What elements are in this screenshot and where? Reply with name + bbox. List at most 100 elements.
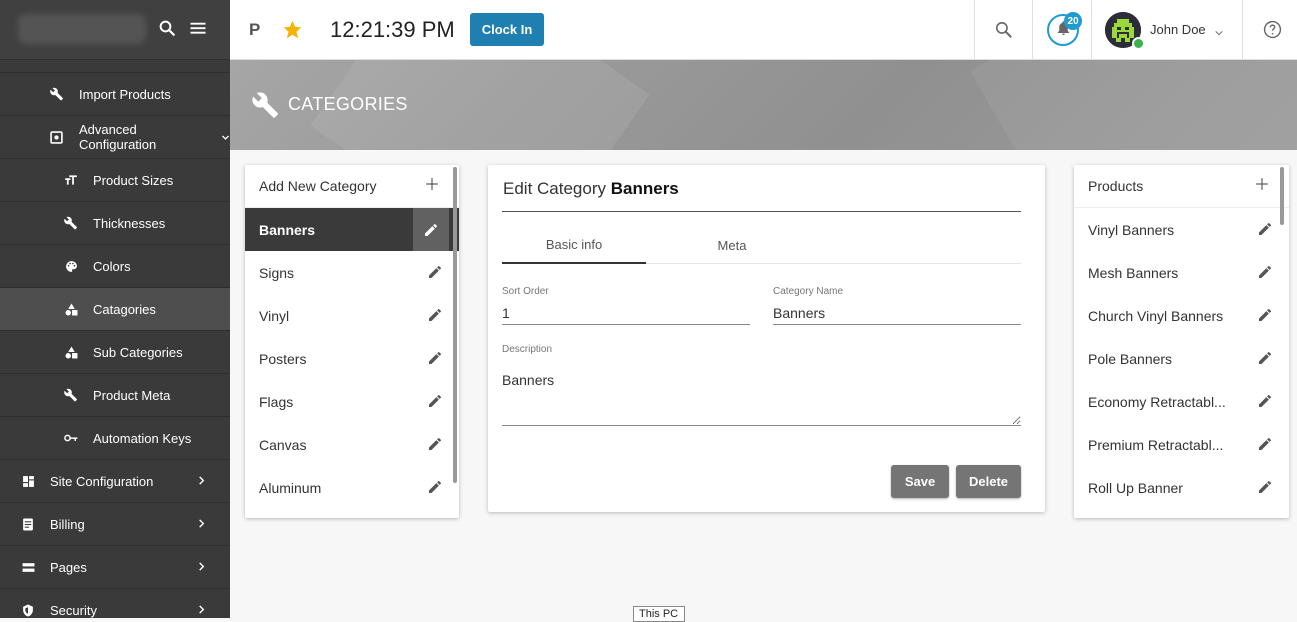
product-item[interactable]: Vinyl Banners <box>1074 208 1289 251</box>
clock-in-button[interactable]: Clock In <box>470 13 544 46</box>
product-item[interactable]: Roll Up Banner <box>1074 466 1289 509</box>
category-label: Banners <box>259 221 316 238</box>
sidebar-item-label: Site Configuration <box>50 473 154 489</box>
sidebar-item-automation-keys[interactable]: Automation Keys <box>0 417 230 460</box>
sidebar-item-site-configuration[interactable]: Site Configuration <box>0 460 230 503</box>
scrollbar[interactable] <box>1280 167 1284 225</box>
save-button[interactable]: Save <box>891 465 949 498</box>
category-label: Signs <box>259 264 295 281</box>
product-label: Economy Retractabl... <box>1088 393 1226 410</box>
product-label: Premium Retractabl... <box>1088 436 1224 453</box>
category-label: Vinyl <box>259 307 290 324</box>
edit-icon[interactable] <box>427 479 443 498</box>
chevron-down-icon[interactable] <box>1214 24 1224 42</box>
sidebar-item-label: Security <box>50 602 97 618</box>
add-category-row[interactable]: Add New Category <box>245 165 459 208</box>
scrollbar[interactable] <box>453 167 457 483</box>
delete-button[interactable]: Delete <box>956 465 1021 498</box>
chevron-down-icon <box>221 130 230 145</box>
sidebar-item-catagories[interactable]: Catagories <box>0 288 230 331</box>
sidebar-item-thicknesses[interactable]: Thicknesses <box>0 202 230 245</box>
sidebar-item-sub-categories[interactable]: Sub Categories <box>0 331 230 374</box>
sidebar-item-advanced-configuration[interactable]: Advanced Configuration <box>0 116 230 159</box>
sidebar-item-label: Catagories <box>93 301 156 317</box>
edit-icon[interactable] <box>427 350 443 369</box>
palette-icon <box>64 259 78 273</box>
edit-icon[interactable] <box>1257 264 1273 283</box>
sidebar-item-security[interactable]: Security <box>0 589 230 618</box>
sidebar-item-product-sizes[interactable]: Product Sizes <box>0 159 230 202</box>
help-icon[interactable] <box>1263 20 1282 44</box>
add-icon[interactable] <box>1255 177 1269 194</box>
product-label: Roll Up Banner <box>1088 479 1183 496</box>
star-icon[interactable] <box>282 19 303 45</box>
product-item[interactable]: Mesh Banners <box>1074 251 1289 294</box>
edit-category-panel: Edit Category Banners Basic info Meta So… <box>488 165 1045 512</box>
edit-icon[interactable] <box>413 208 449 251</box>
add-category-label: Add New Category <box>259 178 377 194</box>
edit-icon[interactable] <box>1257 221 1273 240</box>
menu-icon[interactable] <box>188 19 208 42</box>
edit-icon[interactable] <box>1257 479 1273 498</box>
sidebar-item-pages[interactable]: Pages <box>0 546 230 589</box>
edit-icon[interactable] <box>1257 436 1273 455</box>
category-item[interactable]: Vinyl <box>245 294 459 337</box>
wrench-icon <box>64 388 78 402</box>
category-label: Aluminum <box>259 479 322 496</box>
wrench-icon <box>252 91 280 124</box>
chevron-right-icon <box>197 560 206 575</box>
product-item[interactable]: Pole Banners <box>1074 337 1289 380</box>
user-name[interactable]: John Doe <box>1150 22 1206 37</box>
tabs: Basic info Meta <box>502 227 1021 264</box>
sidebar: Import Products Advanced Configuration P… <box>0 0 230 618</box>
description-textarea[interactable]: Banners <box>502 360 1021 426</box>
edit-icon[interactable] <box>1257 307 1273 326</box>
product-item[interactable]: Church Vinyl Banners <box>1074 294 1289 337</box>
tab-basic-info[interactable]: Basic info <box>502 227 646 264</box>
sidebar-item-colors[interactable]: Colors <box>0 245 230 288</box>
category-item[interactable]: Aluminum <box>245 466 459 509</box>
category-item[interactable]: Banners <box>245 208 459 251</box>
config-icon <box>50 130 64 144</box>
category-item[interactable]: Flags <box>245 380 459 423</box>
sidebar-item-label: Automation Keys <box>93 430 192 446</box>
edit-icon[interactable] <box>1257 393 1273 412</box>
edit-icon[interactable] <box>427 307 443 326</box>
p-label[interactable]: P <box>249 20 260 40</box>
tab-meta[interactable]: Meta <box>660 227 804 264</box>
sidebar-item-label: Product Sizes <box>93 172 174 188</box>
search-icon[interactable] <box>994 20 1013 44</box>
sidebar-item-billing[interactable]: Billing <box>0 503 230 546</box>
sort-order-input[interactable] <box>502 301 750 325</box>
categories-panel: Add New Category Banners Signs Vinyl Poster… <box>245 165 459 518</box>
edit-icon[interactable] <box>427 264 443 283</box>
tooltip: This PC <box>633 606 685 622</box>
products-header: Products <box>1074 165 1289 208</box>
search-icon[interactable] <box>158 19 176 42</box>
product-item[interactable]: Premium Retractabl... <box>1074 423 1289 466</box>
chevron-right-icon <box>197 603 206 618</box>
clock-time: 12:21:39 PM <box>330 17 455 42</box>
edit-icon[interactable] <box>427 436 443 455</box>
edit-title-prefix: Edit Category <box>503 179 606 198</box>
category-label: Canvas <box>259 436 307 453</box>
category-name-input[interactable] <box>773 301 1021 325</box>
products-panel: Products Vinyl Banners Mesh Banners Church… <box>1074 165 1289 518</box>
sidebar-item-product-meta[interactable]: Product Meta <box>0 374 230 417</box>
product-label: Pole Banners <box>1088 350 1173 367</box>
edit-icon[interactable] <box>427 393 443 412</box>
category-item[interactable]: Signs <box>245 251 459 294</box>
notification-badge: 20 <box>1064 12 1082 30</box>
category-label: Posters <box>259 350 307 367</box>
chevron-right-icon <box>197 517 206 532</box>
category-item[interactable]: Canvas <box>245 423 459 466</box>
shapes-icon <box>64 302 78 316</box>
product-item[interactable]: Economy Retractabl... <box>1074 380 1289 423</box>
list-icon <box>21 560 35 574</box>
category-item[interactable]: Posters <box>245 337 459 380</box>
sidebar-item-import-products[interactable]: Import Products <box>0 73 230 116</box>
sidebar-item-label: Colors <box>93 258 131 274</box>
sidebar-item-label: Product Meta <box>93 387 171 403</box>
edit-icon[interactable] <box>1257 350 1273 369</box>
add-icon[interactable] <box>425 177 439 194</box>
